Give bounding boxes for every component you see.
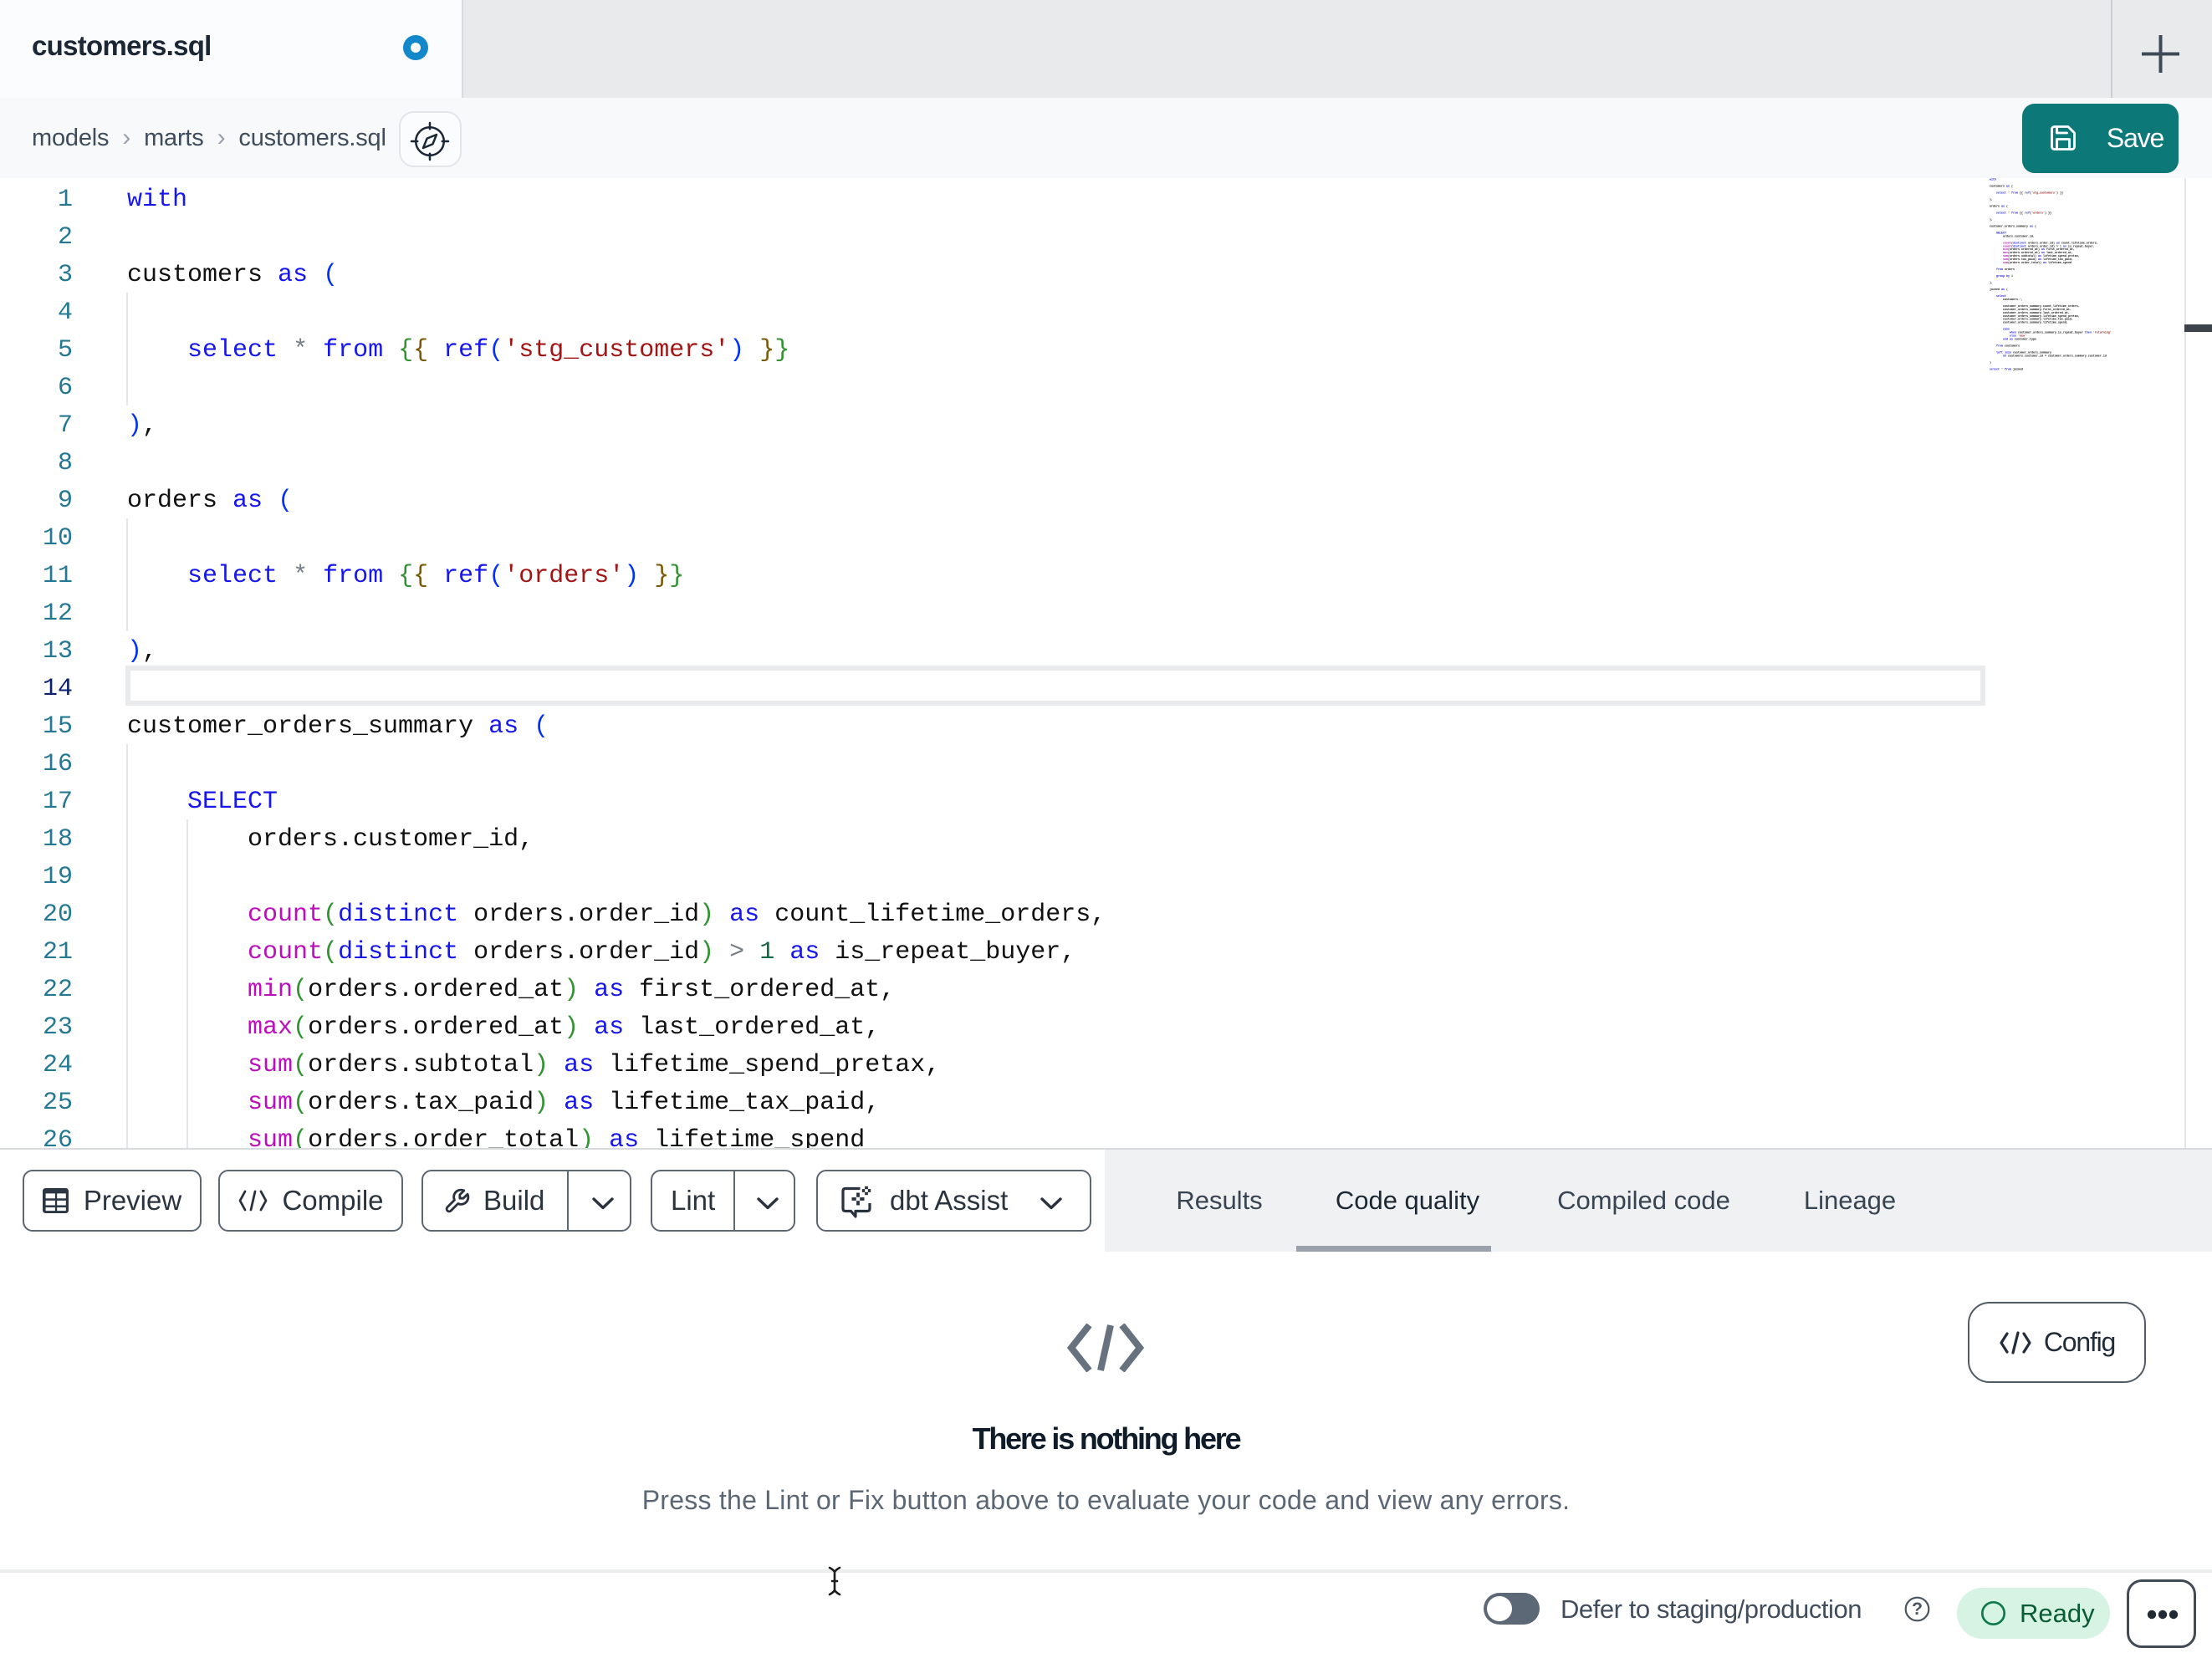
svg-text:?: ?	[1912, 1599, 1923, 1619]
